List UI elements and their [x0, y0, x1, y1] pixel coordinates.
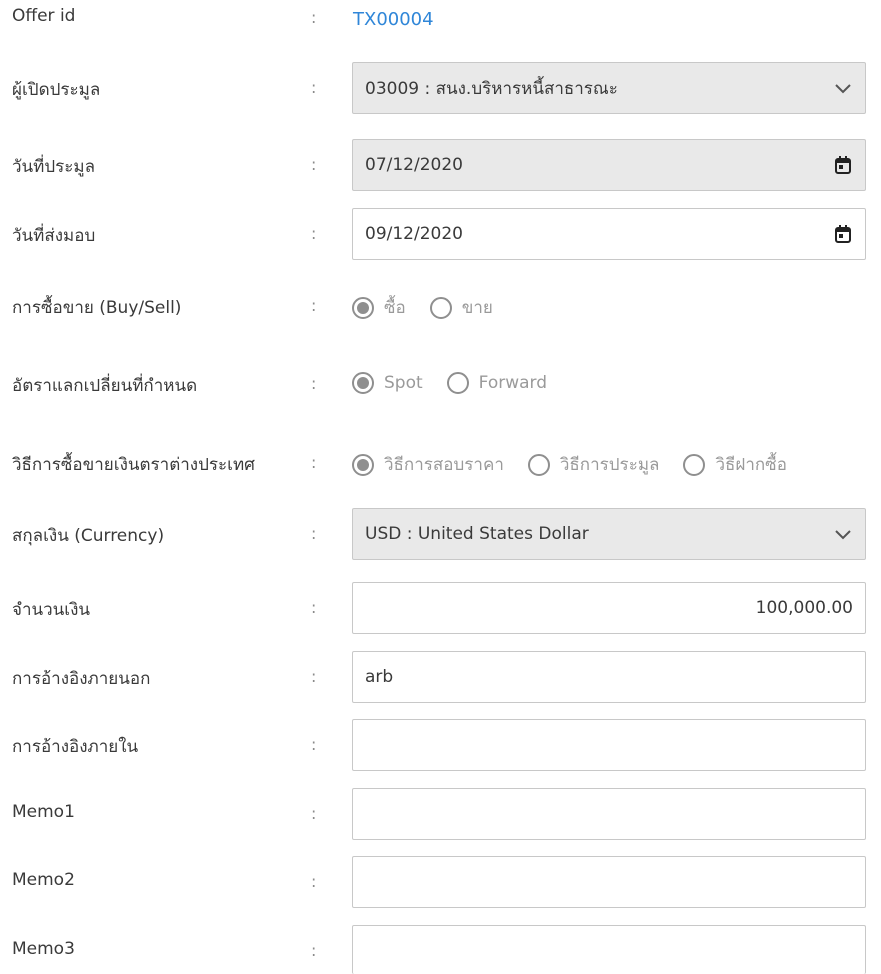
exchange-rate-label: อัตราแลกเปลี่ยนที่กำหนด [12, 376, 198, 396]
offerer-select[interactable]: 03009 : สนง.บริหารหนี้สาธารณะ [352, 62, 866, 114]
auction-date-colon: : [311, 155, 317, 174]
calendar-icon[interactable] [833, 224, 853, 244]
memo1-colon: : [311, 804, 317, 823]
external-ref-value: arb [365, 667, 394, 687]
currency-label: สกุลเงิน (Currency) [12, 526, 165, 546]
internal-ref-colon: : [311, 735, 317, 754]
radio-label-spot: Spot [384, 373, 423, 393]
chevron-down-icon [833, 524, 853, 544]
radio-label-buy: ซื้อ [384, 298, 406, 318]
offerer-label: ผู้เปิดประมูล [12, 80, 101, 100]
auction-date-value: 07/12/2020 [365, 155, 463, 175]
internal-ref-input[interactable] [352, 719, 866, 771]
radio-label-sell: ขาย [461, 298, 493, 318]
internal-ref-label: การอ้างอิงภายใน [12, 737, 139, 757]
currency-select[interactable]: USD : United States Dollar [352, 508, 866, 560]
currency-select-value: USD : United States Dollar [365, 524, 589, 544]
memo2-input[interactable] [352, 856, 866, 908]
external-ref-input[interactable]: arb [352, 651, 866, 703]
radio-option-forward[interactable]: Forward [446, 372, 548, 394]
radio-button-buy[interactable] [352, 296, 374, 319]
currency-colon: : [311, 524, 317, 543]
delivery-date-value: 09/12/2020 [365, 224, 463, 244]
buy-sell-label: การซื้อขาย (Buy/Sell) [12, 298, 182, 318]
delivery-date-colon: : [311, 224, 317, 243]
exchange-rate-colon: : [311, 374, 317, 393]
radio-option-sell[interactable]: ขาย [429, 294, 493, 321]
offer-id-label: Offer id [12, 6, 76, 26]
offer-id-link[interactable]: TX00004 [353, 9, 434, 30]
radio-label-quotation: วิธีการสอบราคา [384, 455, 504, 475]
amount-label: จำนวนเงิน [12, 600, 91, 620]
radio-button-spot[interactable] [352, 372, 374, 394]
memo2-label: Memo2 [12, 870, 75, 890]
chevron-down-icon [833, 78, 853, 98]
auction-date-input[interactable]: 07/12/2020 [352, 139, 866, 191]
offerer-colon: : [311, 78, 317, 97]
radio-button-sell[interactable] [429, 296, 452, 319]
memo3-label: Memo3 [12, 939, 75, 959]
delivery-date-input[interactable]: 09/12/2020 [352, 208, 866, 260]
offer-id-colon: : [311, 8, 317, 27]
radio-option-spot[interactable]: Spot [352, 372, 423, 394]
external-ref-colon: : [311, 667, 317, 686]
radio-button-auction[interactable] [527, 453, 550, 476]
offerer-select-value: 03009 : สนง.บริหารหนี้สาธารณะ [365, 78, 618, 99]
method-label: วิธีการซื้อขายเงินตราต่างประเทศ [12, 455, 255, 475]
memo3-input[interactable] [352, 925, 866, 974]
radio-option-auction[interactable]: วิธีการประมูล [527, 451, 660, 478]
radio-label-forward: Forward [478, 373, 548, 393]
radio-button-forward[interactable] [446, 372, 469, 394]
external-ref-label: การอ้างอิงภายนอก [12, 669, 151, 689]
amount-input[interactable]: 100,000.00 [352, 582, 866, 634]
amount-value: 100,000.00 [755, 598, 853, 618]
method-colon: : [311, 453, 317, 472]
radio-button-quotation[interactable] [352, 453, 374, 476]
memo3-colon: : [311, 941, 317, 960]
method-radio-group: วิธีการสอบราคา วิธีการประมูล วิธีฝากซื้อ [352, 451, 787, 478]
memo1-label: Memo1 [12, 802, 75, 822]
radio-option-deposit[interactable]: วิธีฝากซื้อ [683, 451, 787, 478]
memo1-input[interactable] [352, 788, 866, 840]
exchange-rate-radio-group: Spot Forward [352, 372, 571, 394]
delivery-date-label: วันที่ส่งมอบ [12, 226, 96, 246]
buy-sell-radio-group: ซื้อ ขาย [352, 294, 517, 321]
memo2-colon: : [311, 872, 317, 891]
amount-colon: : [311, 598, 317, 617]
radio-label-auction: วิธีการประมูล [559, 455, 660, 475]
auction-date-label: วันที่ประมูล [12, 157, 96, 177]
radio-button-deposit[interactable] [683, 453, 706, 476]
radio-label-deposit: วิธีฝากซื้อ [715, 455, 787, 475]
calendar-icon[interactable] [833, 155, 853, 175]
buy-sell-colon: : [311, 296, 317, 315]
radio-option-quotation[interactable]: วิธีการสอบราคา [352, 451, 504, 478]
radio-option-buy[interactable]: ซื้อ [352, 294, 406, 321]
